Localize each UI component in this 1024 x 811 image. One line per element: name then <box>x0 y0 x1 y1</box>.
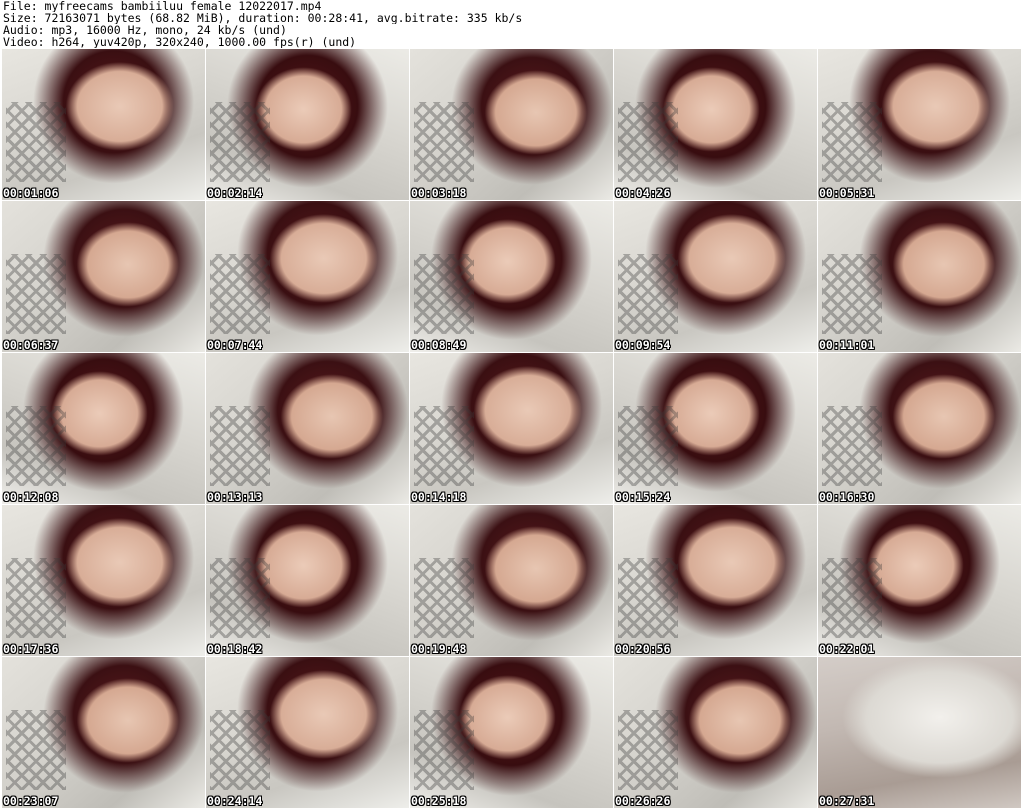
video-frame-thumbnail: 00:15:24 <box>614 353 817 504</box>
video-frame-thumbnail: 00:07:44 <box>206 201 409 352</box>
frame-timestamp: 00:23:07 <box>3 794 59 808</box>
frame-timestamp: 00:08:49 <box>411 338 467 352</box>
frame-image-detail <box>210 102 270 182</box>
video-frame-thumbnail: 00:06:37 <box>2 201 205 352</box>
frame-image-detail <box>6 406 66 486</box>
frame-image-detail <box>414 710 474 790</box>
video-frame-thumbnail: 00:02:14 <box>206 49 409 200</box>
video-info-line: Video: h264, yuv420p, 320x240, 1000.00 f… <box>3 36 357 48</box>
frame-image-detail <box>6 558 66 638</box>
frame-timestamp: 00:27:31 <box>819 794 875 808</box>
frame-image-detail <box>822 406 882 486</box>
file-size-line: Size: 72163071 bytes (68.82 MiB), durati… <box>3 12 523 24</box>
frame-image-detail <box>414 254 474 334</box>
frame-timestamp: 00:04:26 <box>615 186 671 200</box>
frame-timestamp: 00:26:26 <box>615 794 671 808</box>
video-frame-thumbnail: 00:03:18 <box>410 49 613 200</box>
frame-image-detail <box>210 710 270 790</box>
frame-image-detail <box>6 254 66 334</box>
frame-image-detail <box>618 558 678 638</box>
frame-image-detail <box>6 102 66 182</box>
frame-image-detail <box>618 710 678 790</box>
video-frame-thumbnail: 00:05:31 <box>818 49 1021 200</box>
video-frame-thumbnail: 00:12:08 <box>2 353 205 504</box>
frame-image-detail <box>822 558 882 638</box>
frame-timestamp: 00:22:01 <box>819 642 875 656</box>
frame-timestamp: 00:19:48 <box>411 642 467 656</box>
frame-image-detail <box>618 406 678 486</box>
frame-timestamp: 00:17:36 <box>3 642 59 656</box>
video-frame-thumbnail: 00:25:18 <box>410 657 613 808</box>
video-frame-thumbnail: 00:22:01 <box>818 505 1021 656</box>
frame-image-detail <box>618 102 678 182</box>
video-frame-thumbnail: 00:01:06 <box>2 49 205 200</box>
frame-image-detail <box>210 406 270 486</box>
frame-timestamp: 00:13:13 <box>207 490 263 504</box>
frame-image-detail <box>414 406 474 486</box>
frame-timestamp: 00:14:18 <box>411 490 467 504</box>
frame-timestamp: 00:16:30 <box>819 490 875 504</box>
video-frame-thumbnail: 00:09:54 <box>614 201 817 352</box>
video-frame-thumbnail: 00:13:13 <box>206 353 409 504</box>
frame-timestamp: 00:03:18 <box>411 186 467 200</box>
frame-timestamp: 00:05:31 <box>819 186 875 200</box>
file-name-line: File: myfreecams_bambiiluu_female_120220… <box>3 0 322 12</box>
frame-timestamp: 00:11:01 <box>819 338 875 352</box>
video-frame-thumbnail: 00:24:14 <box>206 657 409 808</box>
frame-timestamp: 00:15:24 <box>615 490 671 504</box>
frame-timestamp: 00:07:44 <box>207 338 263 352</box>
frame-image-detail <box>414 102 474 182</box>
frame-timestamp: 00:18:42 <box>207 642 263 656</box>
video-frame-thumbnail: 00:20:56 <box>614 505 817 656</box>
frame-timestamp: 00:20:56 <box>615 642 671 656</box>
frame-image-detail <box>822 254 882 334</box>
video-frame-thumbnail: 00:04:26 <box>614 49 817 200</box>
video-frame-thumbnail: 00:19:48 <box>410 505 613 656</box>
frame-timestamp: 00:09:54 <box>615 338 671 352</box>
audio-info-line: Audio: mp3, 16000 Hz, mono, 24 kb/s (und… <box>3 24 287 36</box>
frame-image-detail <box>822 102 882 182</box>
video-frame-thumbnail: 00:11:01 <box>818 201 1021 352</box>
frame-timestamp: 00:01:06 <box>3 186 59 200</box>
video-frame-thumbnail: 00:27:31 <box>818 657 1021 808</box>
frame-image-detail <box>6 710 66 790</box>
video-frame-thumbnail: 00:23:07 <box>2 657 205 808</box>
frame-image <box>818 657 1021 808</box>
video-frame-thumbnail: 00:26:26 <box>614 657 817 808</box>
frame-image-detail <box>210 558 270 638</box>
thumbnail-grid: 00:01:06 00:02:14 00:03:18 00:04:26 00:0… <box>0 49 1024 809</box>
video-frame-thumbnail: 00:14:18 <box>410 353 613 504</box>
frame-timestamp: 00:06:37 <box>3 338 59 352</box>
video-frame-thumbnail: 00:18:42 <box>206 505 409 656</box>
video-frame-thumbnail: 00:08:49 <box>410 201 613 352</box>
frame-timestamp: 00:24:14 <box>207 794 263 808</box>
frame-timestamp: 00:12:08 <box>3 490 59 504</box>
video-frame-thumbnail: 00:16:30 <box>818 353 1021 504</box>
video-frame-thumbnail: 00:17:36 <box>2 505 205 656</box>
frame-image-detail <box>414 558 474 638</box>
frame-timestamp: 00:25:18 <box>411 794 467 808</box>
file-info-header: File: myfreecams_bambiiluu_female_120220… <box>3 0 1021 48</box>
frame-image-detail <box>210 254 270 334</box>
frame-timestamp: 00:02:14 <box>207 186 263 200</box>
frame-image-detail <box>618 254 678 334</box>
